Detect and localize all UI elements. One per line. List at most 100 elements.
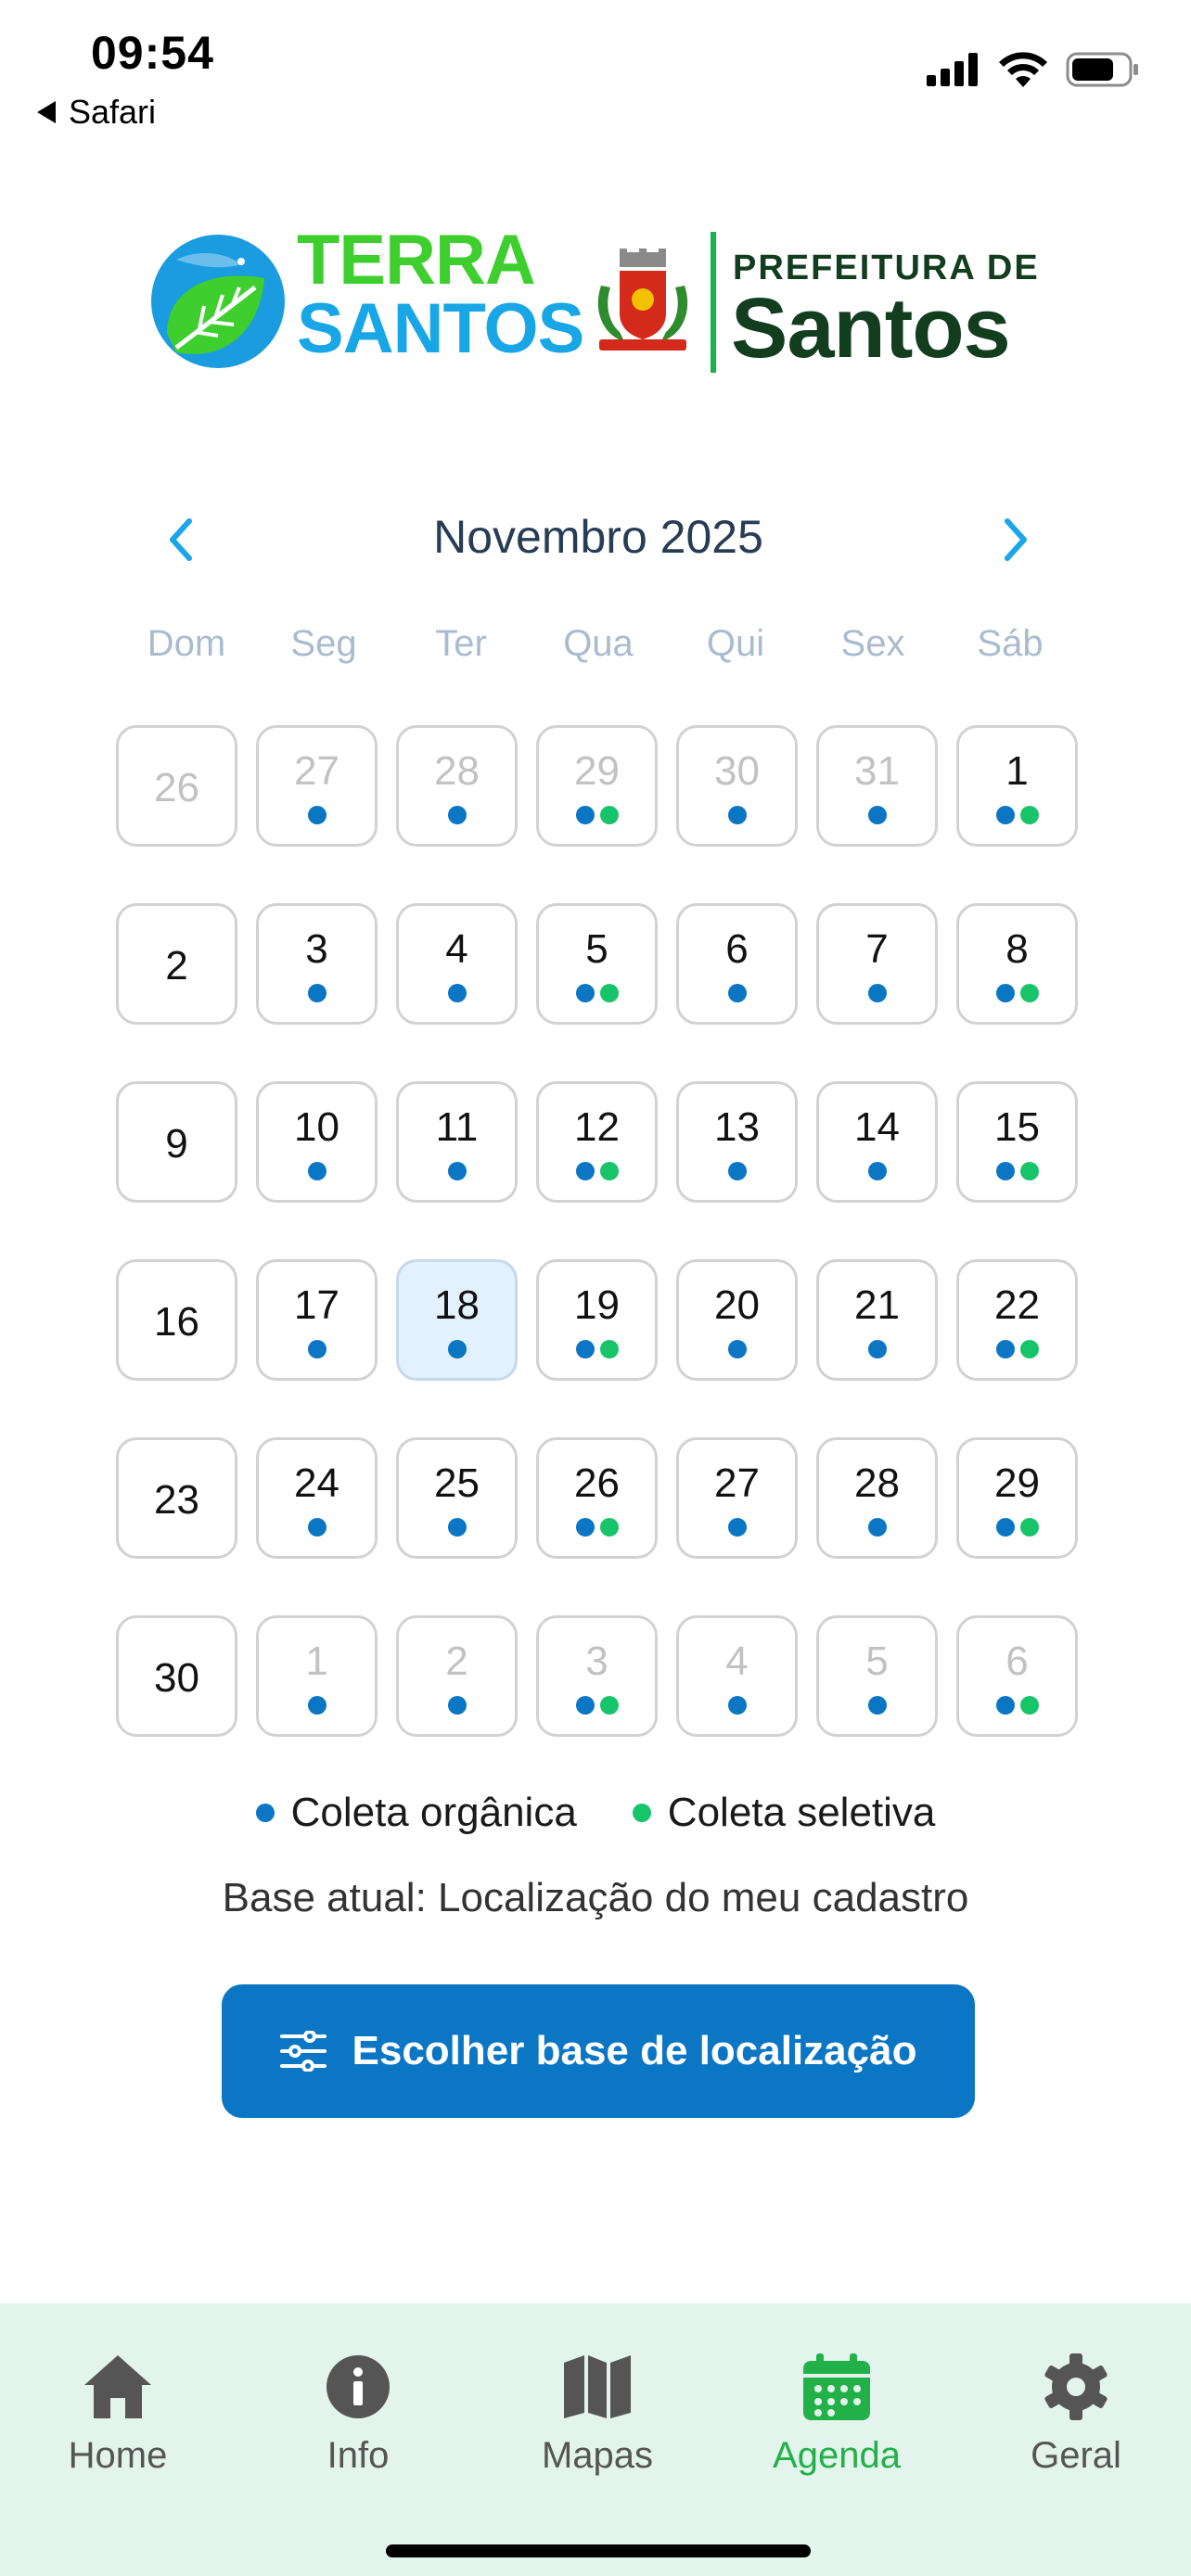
choose-location-base-button[interactable]: Escolher base de localização [222,1984,975,2118]
calendar-day[interactable]: 17 [256,1259,378,1381]
calendar-day[interactable]: 13 [676,1081,798,1203]
organic-dot-icon [995,1696,1015,1715]
tab-agenda-label: Agenda [773,2435,901,2476]
calendar-icon [803,2353,870,2420]
tab-mapas[interactable]: Mapas [505,2352,690,2477]
calendar-day-number: 9 [165,1121,188,1167]
calendar-day[interactable]: 24 [256,1437,378,1559]
calendar-day[interactable]: 2 [116,903,237,1025]
terra-santos-wordmark: TERRA SANTOS [297,225,584,364]
calendar-day[interactable]: 12 [536,1081,658,1203]
calendar-day[interactable]: 26 [536,1437,658,1559]
selective-dot-icon [599,984,619,1002]
calendar-day[interactable]: 28 [816,1437,938,1559]
calendar-day-number: 2 [165,943,188,988]
organic-dot-icon [447,1162,467,1180]
calendar-day-number: 22 [994,1282,1040,1328]
legend-organica-label: Coleta orgânica [290,1790,577,1835]
calendar-day-number: 30 [714,748,760,794]
calendar-day[interactable]: 16 [116,1259,237,1381]
organic-dot-icon [995,1518,1015,1537]
calendar-day[interactable]: 27 [256,725,378,847]
calendar-day[interactable]: 2 [396,1615,518,1737]
gear-icon [1044,2353,1108,2420]
calendar-day[interactable]: 19 [536,1259,658,1381]
calendar-day[interactable]: 6 [676,903,798,1025]
selective-dot-icon [599,806,619,824]
organic-dot-icon [995,806,1015,824]
next-month-button[interactable] [988,512,1044,567]
calendar-day[interactable]: 3 [256,903,378,1025]
calendar-day[interactable]: 28 [396,725,518,847]
collection-dots [259,1162,375,1180]
calendar-day[interactable]: 7 [816,903,938,1025]
battery-icon [1066,52,1138,87]
back-arrow-icon [37,101,56,123]
calendar-day-number: 26 [154,765,199,810]
tab-geral[interactable]: Geral [983,2352,1169,2477]
calendar-day[interactable]: 22 [956,1259,1078,1381]
calendar-day[interactable]: 1 [256,1615,378,1737]
selective-dot-icon [1019,1696,1039,1715]
tab-home-label: Home [68,2435,168,2476]
calendar-day-number: 29 [994,1460,1040,1506]
organic-dot-icon [727,1162,747,1180]
calendar-day[interactable]: 26 [116,725,237,847]
calendar-day[interactable]: 11 [396,1081,518,1203]
calendar-day-number: 3 [305,926,328,972]
calendar-day[interactable]: 4 [396,903,518,1025]
organic-dot-icon [307,984,327,1002]
calendar-day-number: 19 [574,1282,620,1328]
collection-dots [959,1696,1075,1715]
collection-dots [959,984,1075,1002]
calendar-day[interactable]: 8 [956,903,1078,1025]
calendar-day[interactable]: 29 [536,725,658,847]
organic-dot-icon [727,1696,747,1715]
organic-dot-icon [575,1696,595,1715]
organic-dot-icon [575,1340,595,1358]
calendar-day-number: 12 [574,1104,620,1150]
collection-dots [399,1696,515,1715]
calendar-day[interactable]: 21 [816,1259,938,1381]
selective-dot-icon [1019,1340,1039,1358]
calendar-day[interactable]: 14 [816,1081,938,1203]
organic-dot-icon [307,1340,327,1358]
calendar-day-number: 6 [725,926,749,972]
calendar-day[interactable]: 10 [256,1081,378,1203]
calendar-day[interactable]: 23 [116,1437,237,1559]
calendar-day[interactable]: 3 [536,1615,658,1737]
calendar-day[interactable]: 6 [956,1615,1078,1737]
collection-dots [679,1340,795,1358]
calendar-day[interactable]: 4 [676,1615,798,1737]
calendar-day[interactable]: 25 [396,1437,518,1559]
tab-home[interactable]: Home [25,2352,211,2477]
logo-divider [711,232,716,373]
collection-legend: Coleta orgânica Coleta seletiva [0,1790,1191,1836]
back-to-safari[interactable]: Safari [37,93,156,132]
calendar-day[interactable]: 15 [956,1081,1078,1203]
calendar-day[interactable]: 1 [956,725,1078,847]
calendar-day-number: 8 [1005,926,1029,972]
calendar-day-number: 13 [714,1104,760,1150]
calendar-day[interactable]: 31 [816,725,938,847]
organic-dot-icon [867,1696,887,1715]
calendar-day[interactable]: 20 [676,1259,798,1381]
calendar-day[interactable]: 30 [676,725,798,847]
collection-dots [959,1518,1075,1537]
calendar-day[interactable]: 5 [816,1615,938,1737]
calendar-day-number: 3 [585,1639,608,1684]
calendar-day-selected[interactable]: 18 [396,1259,518,1381]
tab-info[interactable]: Info [265,2352,451,2477]
organic-dot-icon [575,1162,595,1180]
collection-dots [819,1696,935,1715]
calendar-day[interactable]: 29 [956,1437,1078,1559]
calendar-grid: 26 27 28 29 30 31 1 2 3 4 5 6 7 8 9 10 11 12 13 14 15 16 17 18 1… [116,725,1081,1737]
calendar-day[interactable]: 27 [676,1437,798,1559]
calendar-day[interactable]: 5 [536,903,658,1025]
organic-dot-icon [447,1696,467,1715]
calendar-day[interactable]: 9 [116,1081,237,1203]
calendar-day-number: 23 [154,1477,199,1523]
tab-agenda[interactable]: Agenda [744,2352,929,2477]
calendar-day[interactable]: 30 [116,1615,237,1737]
collection-dots [819,1162,935,1180]
